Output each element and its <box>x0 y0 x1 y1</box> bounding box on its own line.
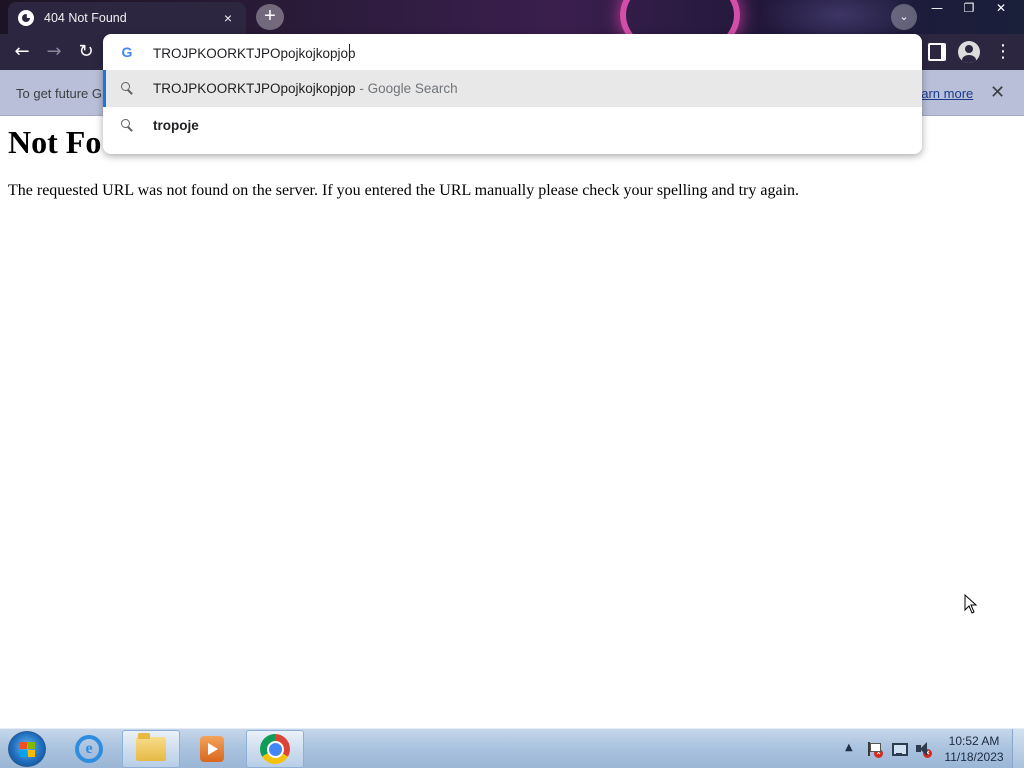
tab-title: 404 Not Found <box>44 11 127 25</box>
extensions-icon[interactable] <box>928 43 946 61</box>
info-bar-text: To get future G <box>16 86 102 101</box>
action-center-flag-icon[interactable]: × <box>866 741 883 758</box>
info-bar-close-icon[interactable]: ✕ <box>990 82 1005 103</box>
error-badge-icon: × <box>874 749 883 758</box>
search-icon <box>119 117 135 133</box>
new-tab-button[interactable]: + <box>256 4 284 30</box>
folder-icon <box>136 733 166 761</box>
taskbar-media-player[interactable] <box>183 730 241 768</box>
suggestion-text: TROJPKOORKTJPOpojkojkopjop - Google Sear… <box>153 81 458 96</box>
omnibox-input-row: G <box>103 34 922 70</box>
taskbar-google-chrome[interactable] <box>246 730 304 768</box>
chrome-menu-button[interactable]: ⋮ <box>994 40 1012 64</box>
page-heading: Not Fo <box>8 124 102 160</box>
restore-button[interactable]: ❐ <box>958 0 980 18</box>
windows-taskbar: e ▲ × × 10:52 AM 11/18/2023 <box>0 728 1024 768</box>
close-window-button[interactable]: ✕ <box>990 0 1012 18</box>
media-player-icon <box>200 736 224 762</box>
address-bar-input[interactable] <box>153 43 893 63</box>
mouse-pointer-icon <box>964 594 978 614</box>
windows-logo-icon <box>20 742 36 758</box>
back-button[interactable]: ← <box>10 40 34 64</box>
suggestion-source: - Google Search <box>355 81 458 96</box>
omnibox-dropdown: G TROJPKOORKTJPOpojkojkopjop - Google Se… <box>103 34 922 154</box>
text-caret <box>349 44 350 60</box>
omnibox-suggestion[interactable]: tropoje <box>103 107 922 144</box>
reload-button[interactable]: ↻ <box>74 40 98 64</box>
minimize-button[interactable]: — <box>926 0 948 18</box>
muted-badge-icon: × <box>923 749 932 758</box>
profile-icon[interactable] <box>958 41 980 63</box>
learn-more-link[interactable]: earn more <box>914 86 973 101</box>
internet-explorer-icon: e <box>75 735 103 763</box>
google-icon: G <box>121 44 133 60</box>
tab-search-button[interactable]: ⌄ <box>891 4 917 30</box>
system-clock[interactable]: 10:52 AM 11/18/2023 <box>940 733 1008 765</box>
forward-button[interactable]: → <box>42 40 66 64</box>
clock-date: 11/18/2023 <box>944 750 1004 764</box>
start-button[interactable] <box>8 731 46 767</box>
wallpaper-glow-decoration <box>620 0 740 34</box>
window-controls: — ❐ ✕ <box>926 0 1012 18</box>
network-icon[interactable] <box>891 741 908 757</box>
suggestion-query: TROJPKOORKTJPOpojkojkopjop <box>153 81 356 96</box>
clock-time: 10:52 AM <box>948 734 1000 748</box>
taskbar-internet-explorer[interactable]: e <box>60 730 118 768</box>
omnibox-suggestion[interactable]: TROJPKOORKTJPOpojkojkopjop - Google Sear… <box>103 70 922 107</box>
show-hidden-icons-button[interactable]: ▲ <box>845 742 853 753</box>
search-icon <box>119 80 135 96</box>
globe-icon <box>18 10 34 26</box>
page-message: The requested URL was not found on the s… <box>8 182 800 199</box>
tab-close-icon[interactable]: × <box>220 10 236 26</box>
volume-muted-icon[interactable]: × <box>915 741 932 758</box>
chrome-icon <box>260 734 290 764</box>
browser-tab[interactable]: 404 Not Found × <box>8 2 246 34</box>
taskbar-windows-explorer[interactable] <box>122 730 180 768</box>
show-desktop-button[interactable] <box>1012 729 1024 768</box>
browser-titlebar: 404 Not Found × + ⌄ — ❐ ✕ <box>0 0 1024 34</box>
suggestion-query: tropoje <box>153 118 199 133</box>
